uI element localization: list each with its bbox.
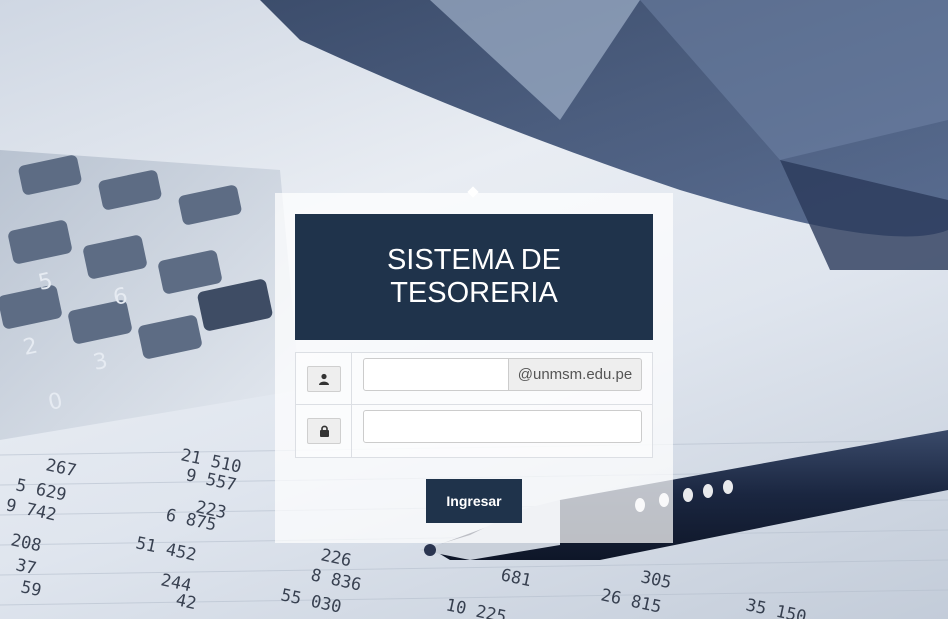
password-row xyxy=(295,405,653,458)
page-title: SISTEMA DE TESORERIA xyxy=(386,244,562,309)
username-input[interactable] xyxy=(363,358,509,391)
svg-text:305: 305 xyxy=(639,567,673,593)
login-form: @unmsm.edu.pe xyxy=(295,352,653,458)
svg-text:10 225: 10 225 xyxy=(444,595,508,619)
user-icon xyxy=(307,366,341,392)
svg-text:208: 208 xyxy=(9,530,43,556)
svg-text:42: 42 xyxy=(174,590,198,614)
submit-button[interactable]: Ingresar xyxy=(426,479,522,523)
svg-text:26 815: 26 815 xyxy=(599,585,663,617)
login-page: 5 6 2 3 0 267 5 629 21 510 9 557 9 742 2… xyxy=(0,0,948,619)
password-input[interactable] xyxy=(363,410,642,443)
username-row: @unmsm.edu.pe xyxy=(295,352,653,405)
title-banner: SISTEMA DE TESORERIA xyxy=(295,214,653,340)
svg-text:37: 37 xyxy=(14,555,38,579)
svg-text:59: 59 xyxy=(19,577,43,601)
username-icon-cell xyxy=(296,353,352,404)
lock-icon xyxy=(307,418,341,444)
svg-text:55 030: 55 030 xyxy=(279,585,343,617)
login-card: SISTEMA DE TESORERIA @unmsm.edu.pe Ingre… xyxy=(275,186,673,543)
svg-text:35 150: 35 150 xyxy=(744,595,808,619)
svg-text:267: 267 xyxy=(44,455,78,481)
svg-text:51 452: 51 452 xyxy=(134,533,198,565)
domain-suffix-addon: @unmsm.edu.pe xyxy=(508,358,642,391)
password-icon-cell xyxy=(296,405,352,457)
svg-text:681: 681 xyxy=(499,565,533,591)
